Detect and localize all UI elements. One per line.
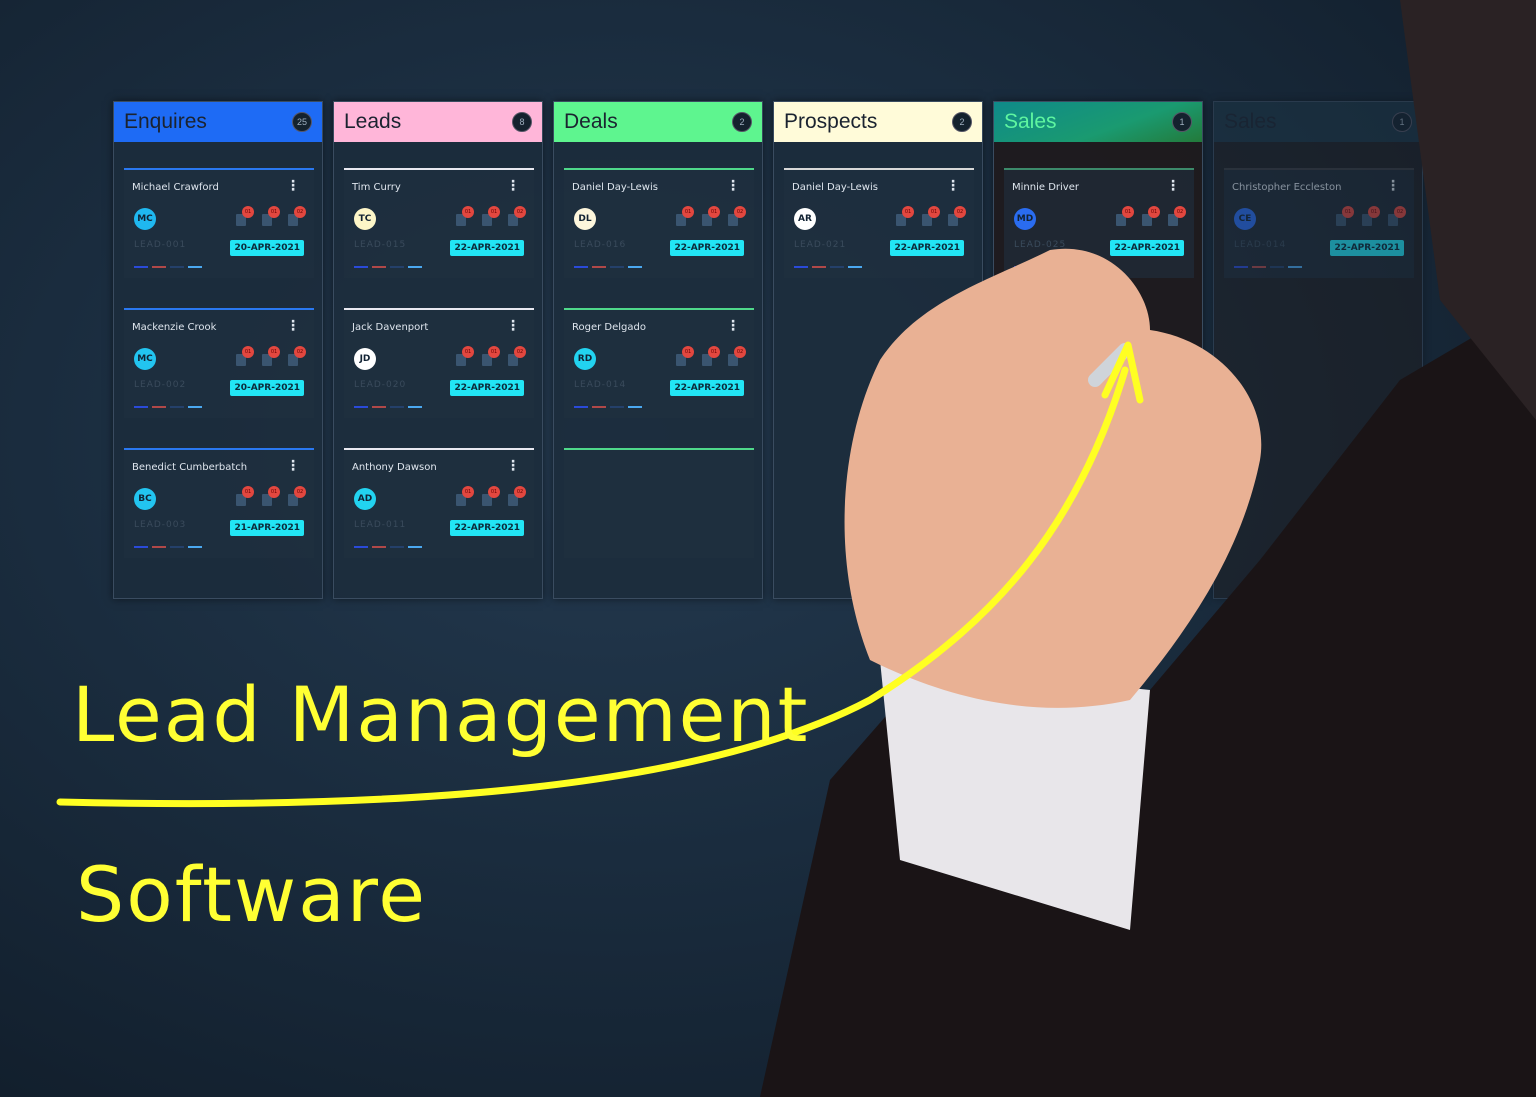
headline-line2: Software bbox=[76, 850, 428, 939]
headline-line1: Lead Management bbox=[72, 670, 810, 759]
